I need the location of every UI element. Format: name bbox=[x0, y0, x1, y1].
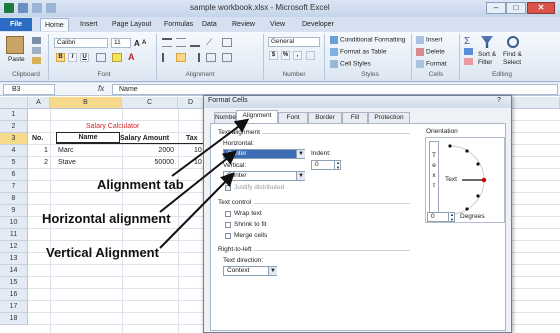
annotation-alignment-tab: Alignment tab bbox=[97, 177, 184, 192]
annotation-vertical: Vertical Alignment bbox=[46, 245, 159, 260]
annotation-arrows bbox=[159, 118, 250, 249]
arrow-alignment-tab bbox=[171, 118, 250, 177]
annotation-horizontal: Horizontal alignment bbox=[42, 211, 171, 226]
